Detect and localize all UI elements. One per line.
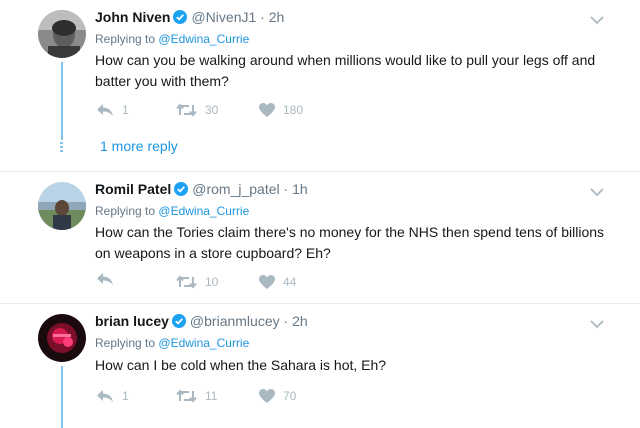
replying-to: Replying to @Edwina_Currie (95, 31, 249, 47)
heart-icon (259, 389, 275, 403)
reply-icon (97, 390, 113, 402)
replying-to-label: Replying to (95, 32, 156, 46)
retweet-icon (176, 275, 197, 289)
retweet-count: 30 (205, 103, 219, 117)
thread-line (61, 62, 63, 140)
replying-to-label: Replying to (95, 204, 156, 218)
tweet-header: Romil Patel @rom_j_patel · 1h (95, 180, 308, 200)
like-button[interactable]: 180 (259, 100, 303, 120)
replying-to-handle-link[interactable]: @Edwina_Currie (158, 204, 249, 218)
tweet-text: How can I be cold when the Sahara is hot… (95, 357, 387, 373)
reply-button[interactable]: 1 (96, 386, 129, 406)
retweet-icon (176, 389, 197, 403)
avatar-john-niven[interactable] (38, 10, 86, 58)
retweet-button[interactable]: 30 (176, 100, 218, 120)
chevron-down-icon[interactable] (589, 12, 605, 25)
tweet-text: How can you be walking around when milli… (95, 52, 596, 89)
reply-icon (97, 104, 113, 116)
heart-icon (259, 275, 275, 289)
chevron-down-icon[interactable] (589, 316, 605, 329)
verified-badge-icon (171, 314, 186, 332)
retweet-button[interactable]: 10 (176, 272, 218, 292)
tweet-brian-lucey[interactable]: brian lucey @brianmlucey · 2h Replying to… (0, 304, 640, 428)
separator-dot: · (283, 181, 289, 197)
retweet-button[interactable]: 11 (176, 386, 217, 406)
like-button[interactable]: 70 (259, 386, 296, 406)
user-handle[interactable]: @rom_j_patel (192, 181, 279, 197)
reply-count: 1 (122, 103, 129, 117)
separator-dot: · (283, 313, 289, 329)
avatar-brian-lucey[interactable] (38, 314, 86, 362)
replying-to: Replying to @Edwina_Currie (95, 203, 249, 219)
replying-to-handle-link[interactable]: @Edwina_Currie (158, 32, 249, 46)
reply-count: 1 (122, 389, 129, 403)
chevron-down-icon[interactable] (589, 184, 605, 197)
avatar-romil-patel[interactable] (38, 182, 86, 230)
display-name[interactable]: brian lucey (95, 313, 169, 329)
like-count: 70 (283, 389, 297, 403)
reply-button[interactable]: 1 (96, 100, 129, 120)
more-replies-link[interactable]: 1 more reply (100, 138, 178, 154)
tweet-romil-patel[interactable]: Romil Patel @rom_j_patel · 1h Replying to… (0, 172, 640, 303)
tweet-header: brian lucey @brianmlucey · 2h (95, 312, 308, 332)
tweet-john-niven[interactable]: John Niven @NivenJ1 · 2h Replying to @Edw… (0, 0, 640, 172)
user-handle[interactable]: @brianmlucey (190, 313, 280, 329)
tweet-text: How can the Tories claim there's no mone… (95, 224, 605, 261)
retweet-count: 10 (205, 275, 219, 289)
user-handle[interactable]: @NivenJ1 (191, 9, 256, 25)
reply-icon (97, 273, 113, 285)
display-name[interactable]: Romil Patel (95, 181, 171, 197)
replying-to-handle-link[interactable]: @Edwina_Currie (158, 336, 249, 350)
timestamp[interactable]: 2h (269, 9, 285, 25)
avatar-photo (38, 314, 86, 362)
avatar-photo (38, 10, 86, 58)
thread-line (61, 366, 63, 428)
verified-badge-icon (173, 10, 188, 28)
retweet-icon (176, 103, 197, 117)
retweet-count: 11 (205, 389, 218, 403)
display-name[interactable]: John Niven (95, 9, 170, 25)
timestamp[interactable]: 1h (292, 181, 308, 197)
replying-to-label: Replying to (95, 336, 156, 350)
like-count: 44 (283, 275, 297, 289)
reply-button[interactable] (96, 272, 122, 286)
separator-dot: · (260, 9, 265, 25)
thread-dots (60, 142, 64, 154)
verified-badge-icon (174, 182, 189, 200)
like-count: 180 (283, 103, 304, 117)
avatar-photo (38, 182, 86, 230)
like-button[interactable]: 44 (259, 272, 296, 292)
tweet-header: John Niven @NivenJ1 · 2h (95, 8, 284, 28)
replying-to: Replying to @Edwina_Currie (95, 335, 249, 351)
timestamp[interactable]: 2h (292, 313, 308, 329)
heart-icon (259, 103, 275, 117)
